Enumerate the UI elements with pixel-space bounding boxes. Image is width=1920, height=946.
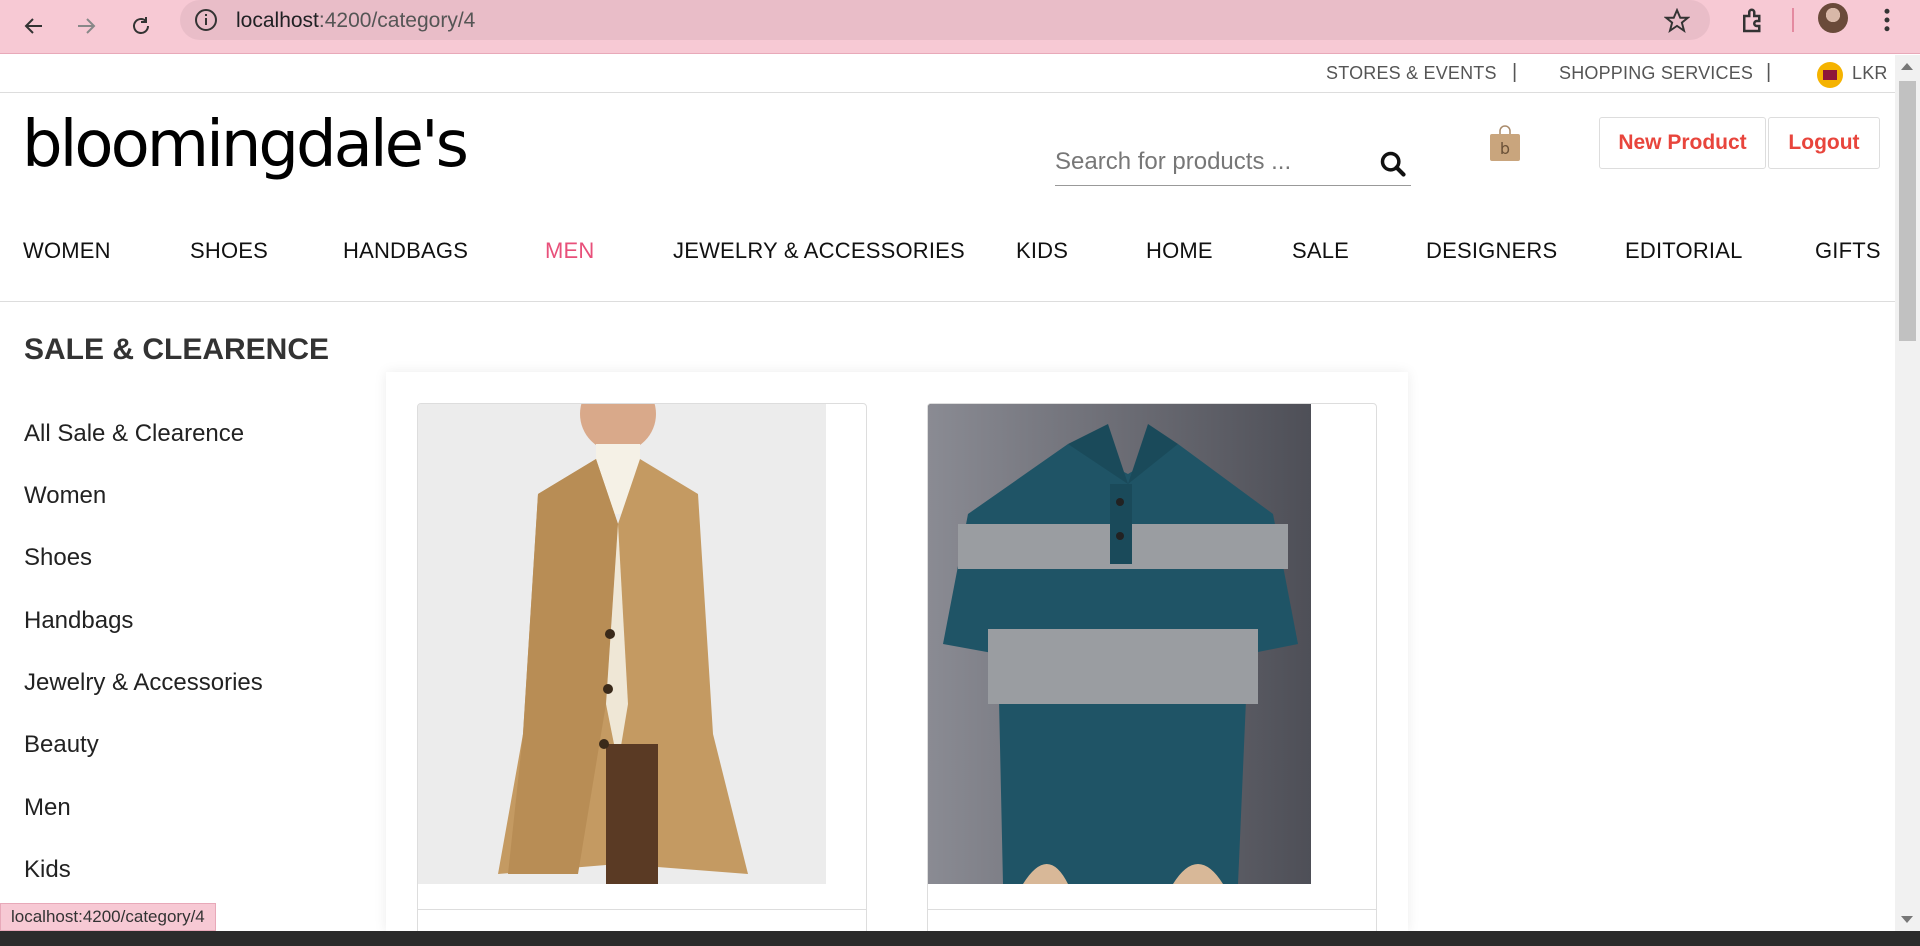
- scrollbar-thumb[interactable]: [1899, 81, 1916, 341]
- product-card[interactable]: [927, 403, 1377, 943]
- nav-item-men[interactable]: MEN: [545, 238, 595, 264]
- utility-bar: STORES & EVENTS | SHOPPING SERVICES | LK…: [0, 55, 1895, 93]
- nav-item-handbags[interactable]: HANDBAGS: [343, 238, 468, 264]
- link-status-bubble: localhost:4200/category/4: [0, 903, 216, 931]
- nav-item-jewelry-accessories[interactable]: JEWELRY & ACCESSORIES: [673, 238, 965, 264]
- search-input[interactable]: [1055, 142, 1365, 182]
- new-product-button[interactable]: New Product: [1599, 117, 1766, 169]
- sidebar-item-men[interactable]: Men: [24, 794, 71, 822]
- bookmark-star-icon[interactable]: [1664, 8, 1690, 34]
- profile-avatar[interactable]: [1818, 3, 1848, 33]
- card-divider: [418, 909, 866, 910]
- address-bar[interactable]: localhost:4200/category/4: [180, 0, 1710, 40]
- sidebar-item-beauty[interactable]: Beauty: [24, 731, 99, 759]
- product-image-striped-polo[interactable]: [928, 404, 1311, 884]
- url-host: localhost: [236, 9, 319, 32]
- os-taskbar: [0, 931, 1920, 946]
- site-logo[interactable]: bloomingdale's: [22, 108, 469, 182]
- utility-separator: |: [1512, 61, 1518, 83]
- sidebar-item-kids[interactable]: Kids: [24, 856, 71, 884]
- product-card[interactable]: [417, 403, 867, 943]
- sidebar-item-handbags[interactable]: Handbags: [24, 607, 133, 635]
- utility-separator: |: [1766, 61, 1772, 83]
- sidebar-item-shoes[interactable]: Shoes: [24, 544, 92, 572]
- stores-events-link[interactable]: STORES & EVENTS: [1326, 63, 1497, 84]
- nav-item-women[interactable]: WOMEN: [23, 238, 111, 264]
- currency-selector[interactable]: LKR: [1852, 63, 1888, 84]
- sidebar-item-all-sale[interactable]: All Sale & Clearence: [24, 420, 244, 448]
- scroll-down-arrow-icon[interactable]: [1901, 916, 1913, 923]
- nav-item-shoes[interactable]: SHOES: [190, 238, 268, 264]
- reload-icon: [133, 17, 149, 34]
- logout-button[interactable]: Logout: [1768, 117, 1880, 169]
- forward-button[interactable]: [66, 6, 106, 46]
- product-image-camel-coat[interactable]: [418, 404, 826, 884]
- shopping-bag-icon[interactable]: b: [1489, 124, 1521, 162]
- shopping-services-link[interactable]: SHOPPING SERVICES: [1559, 63, 1753, 84]
- sidebar-item-jewelry-accessories[interactable]: Jewelry & Accessories: [24, 669, 263, 697]
- nav-item-designers[interactable]: DESIGNERS: [1426, 238, 1557, 264]
- sidebar-title: SALE & CLEARENCE: [24, 333, 330, 366]
- reload-button[interactable]: [121, 6, 161, 46]
- url-path: :4200/category/4: [318, 9, 476, 32]
- sri-lanka-flag-icon: [1817, 62, 1843, 88]
- scroll-up-arrow-icon[interactable]: [1901, 63, 1913, 70]
- nav-item-gifts[interactable]: GIFTS: [1815, 238, 1881, 264]
- back-arrow-icon: [24, 18, 42, 34]
- extensions-icon[interactable]: [1738, 6, 1768, 36]
- search-box: [1055, 142, 1411, 186]
- url-text: localhost:4200/category/4: [236, 9, 475, 33]
- forward-arrow-icon: [78, 18, 96, 34]
- toolbar-divider: [1792, 8, 1794, 32]
- page-scrollbar[interactable]: [1895, 55, 1920, 931]
- back-button[interactable]: [14, 6, 54, 46]
- site-info-icon[interactable]: [194, 8, 218, 32]
- nav-item-kids[interactable]: KIDS: [1016, 238, 1068, 264]
- svg-text:b: b: [1500, 139, 1510, 158]
- kebab-menu-icon[interactable]: [1872, 5, 1902, 35]
- nav-item-editorial[interactable]: EDITORIAL: [1625, 238, 1743, 264]
- sidebar-item-women[interactable]: Women: [24, 482, 106, 510]
- browser-toolbar: localhost:4200/category/4: [0, 0, 1920, 54]
- nav-item-sale[interactable]: SALE: [1292, 238, 1349, 264]
- search-icon[interactable]: [1379, 150, 1407, 178]
- card-divider: [928, 909, 1376, 910]
- main-navigation: WOMEN SHOES HANDBAGS MEN JEWELRY & ACCES…: [0, 230, 1895, 302]
- nav-item-home[interactable]: HOME: [1146, 238, 1213, 264]
